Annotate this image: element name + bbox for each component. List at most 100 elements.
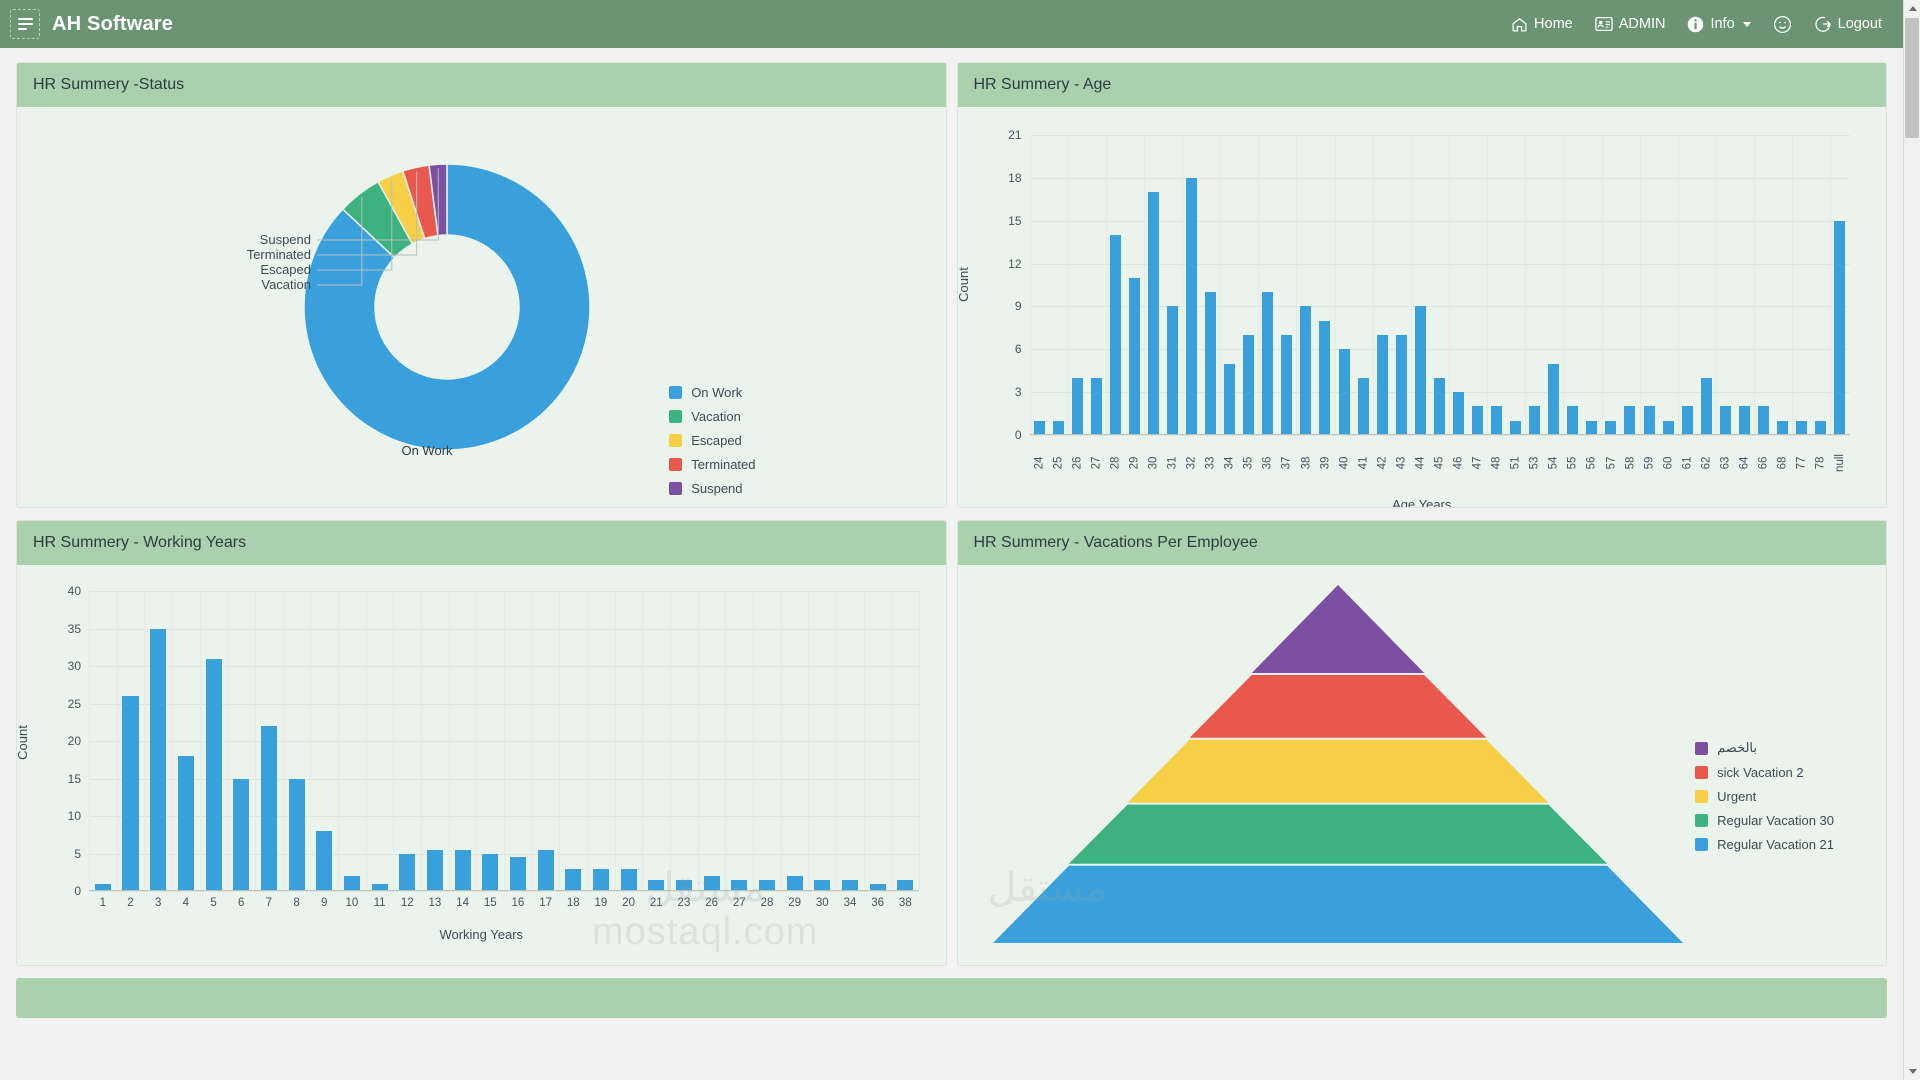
bar[interactable] <box>537 849 554 891</box>
bar[interactable] <box>1033 420 1045 435</box>
bar[interactable] <box>1643 406 1655 435</box>
bar[interactable] <box>1166 306 1178 435</box>
bar-slot[interactable] <box>1049 135 1068 435</box>
bar-slot[interactable] <box>283 591 311 891</box>
bar[interactable] <box>1700 377 1712 435</box>
bar-slot[interactable] <box>1506 135 1525 435</box>
bar[interactable] <box>1052 420 1064 435</box>
bar[interactable] <box>1624 406 1636 435</box>
bar[interactable] <box>565 868 582 891</box>
bar-slot[interactable] <box>891 591 919 891</box>
donut-legend-item[interactable]: Suspend <box>669 481 755 496</box>
bar-slot[interactable] <box>1144 135 1163 435</box>
bar-slot[interactable] <box>836 591 864 891</box>
bar-slot[interactable] <box>366 591 394 891</box>
bar-slot[interactable] <box>1563 135 1582 435</box>
bar-slot[interactable] <box>1087 135 1106 435</box>
bar-slot[interactable] <box>1030 135 1049 435</box>
bar[interactable] <box>1243 335 1255 435</box>
bar-slot[interactable] <box>1735 135 1754 435</box>
nav-item-logout[interactable]: Logout <box>1814 15 1882 33</box>
bar[interactable] <box>509 857 526 891</box>
bar-slot[interactable] <box>200 591 228 891</box>
pyramid-band-4[interactable] <box>992 865 1683 943</box>
bar[interactable] <box>316 831 333 891</box>
bar-slot[interactable] <box>1106 135 1125 435</box>
bar[interactable] <box>205 658 222 891</box>
bar-slot[interactable] <box>1544 135 1563 435</box>
bar[interactable] <box>1834 220 1846 435</box>
bar-slot[interactable] <box>698 591 726 891</box>
bar[interactable] <box>1262 292 1274 435</box>
bar-slot[interactable] <box>504 591 532 891</box>
bar-slot[interactable] <box>587 591 615 891</box>
bar-slot[interactable] <box>393 591 421 891</box>
donut-legend-item[interactable]: Escaped <box>669 433 755 448</box>
bar[interactable] <box>1662 420 1674 435</box>
bar-slot[interactable] <box>310 591 338 891</box>
bar[interactable] <box>1815 420 1827 435</box>
bar-slot[interactable] <box>1449 135 1468 435</box>
bar[interactable] <box>482 853 499 891</box>
pyramid-band-1[interactable] <box>1189 675 1486 738</box>
bar-slot[interactable] <box>1487 135 1506 435</box>
bar[interactable] <box>1776 420 1788 435</box>
nav-item-smiley[interactable] <box>1773 15 1792 34</box>
hamburger-icon[interactable] <box>10 9 40 39</box>
bar[interactable] <box>1681 406 1693 435</box>
bar[interactable] <box>1205 292 1217 435</box>
bar-slot[interactable] <box>1716 135 1735 435</box>
bar-slot[interactable] <box>1601 135 1620 435</box>
bar-slot[interactable] <box>1811 135 1830 435</box>
bar-slot[interactable] <box>1277 135 1296 435</box>
bar[interactable] <box>260 726 277 891</box>
donut-legend-item[interactable]: Terminated <box>669 457 756 472</box>
bar[interactable] <box>703 876 720 891</box>
bar[interactable] <box>177 756 194 891</box>
bar[interactable] <box>1376 335 1388 435</box>
bar-slot[interactable] <box>1392 135 1411 435</box>
bar[interactable] <box>620 868 637 891</box>
bar-slot[interactable] <box>1354 135 1373 435</box>
bar-slot[interactable] <box>670 591 698 891</box>
hr-age-chart[interactable]: Count 0 3 6 9 12 15 18 21 24 25 26 27 28 29 30 31 32 33 3… <box>957 107 1887 507</box>
bar[interactable] <box>1471 406 1483 435</box>
bar[interactable] <box>1414 306 1426 435</box>
scrollbar-thumb[interactable] <box>1905 18 1919 138</box>
bar-slot[interactable] <box>1659 135 1678 435</box>
bar[interactable] <box>1186 177 1198 435</box>
bar[interactable] <box>1281 335 1293 435</box>
bar[interactable] <box>399 853 416 891</box>
donut-legend-item[interactable]: On Work <box>669 385 755 400</box>
bar[interactable] <box>786 876 803 891</box>
bar-slot[interactable] <box>1411 135 1430 435</box>
hr-vacations-pyramid-chart[interactable]: بالخصم sick Vacation 2 Urgent Regular Vacat… <box>958 565 1887 965</box>
bar-slot[interactable] <box>1201 135 1220 435</box>
bar[interactable] <box>233 778 250 891</box>
bar[interactable] <box>1224 363 1236 435</box>
bar-slot[interactable] <box>1239 135 1258 435</box>
page-scrollbar[interactable] <box>1903 0 1920 1080</box>
bar[interactable] <box>1357 377 1369 435</box>
bar[interactable] <box>426 849 443 891</box>
bar-slot[interactable] <box>338 591 366 891</box>
bar-slot[interactable] <box>753 591 781 891</box>
scroll-down-arrow[interactable] <box>1904 1063 1920 1080</box>
scroll-up-arrow[interactable] <box>1904 0 1920 17</box>
bar-slot[interactable] <box>559 591 587 891</box>
bar[interactable] <box>1605 420 1617 435</box>
bar[interactable] <box>343 876 360 891</box>
bar-slot[interactable] <box>476 591 504 891</box>
bar-slot[interactable] <box>1754 135 1773 435</box>
bar-slot[interactable] <box>1697 135 1716 435</box>
bar-slot[interactable] <box>449 591 477 891</box>
bar-slot[interactable] <box>725 591 753 891</box>
bar-slot[interactable] <box>172 591 200 891</box>
bar[interactable] <box>1586 420 1598 435</box>
bar[interactable] <box>1090 377 1102 435</box>
bar[interactable] <box>1529 406 1541 435</box>
bar-slot[interactable] <box>1220 135 1239 435</box>
bar-slot[interactable] <box>864 591 892 891</box>
bar-slot[interactable] <box>1163 135 1182 435</box>
bar-slot[interactable] <box>1678 135 1697 435</box>
